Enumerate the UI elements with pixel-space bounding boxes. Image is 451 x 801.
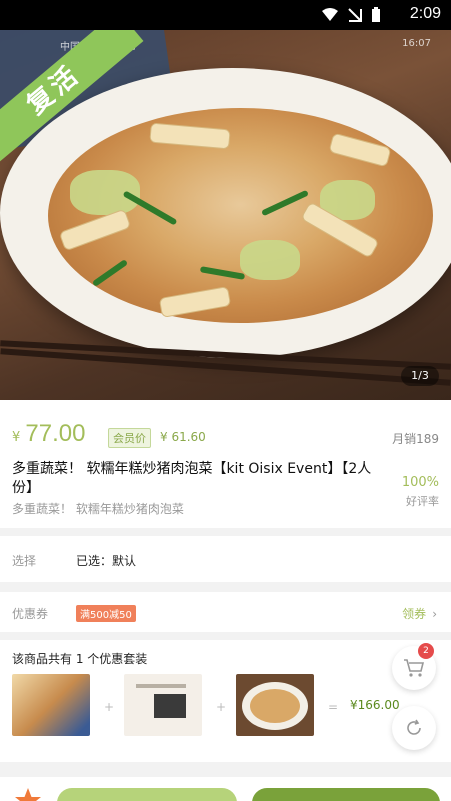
refresh-icon	[407, 719, 421, 735]
select-label: 选择	[12, 554, 37, 568]
wifi-icon	[322, 8, 338, 21]
member-price-tag: 会员价	[108, 428, 151, 448]
product-title: 多重蔬菜！ 软糯年糕炒猪肉泡菜【kit Oisix Event】【2人份】	[12, 461, 372, 496]
combo-item-thumb[interactable]	[236, 674, 314, 736]
combo-title: 该商品共有 1 个优惠套装	[12, 652, 148, 666]
currency-symbol: ¥	[12, 430, 21, 445]
combo-item-thumb[interactable]	[124, 674, 202, 736]
chevron-right-icon: ›	[432, 607, 437, 621]
coupon-row[interactable]: 优惠券 满500减50 领券 ›	[0, 592, 451, 632]
product-info-card: ¥ 77.00 会员价 ¥ 61.60 月销189 多重蔬菜！ 软糯年糕炒猪肉泡…	[0, 400, 451, 528]
status-icons	[321, 7, 381, 23]
combo-equals: =	[328, 700, 339, 714]
select-value: 已选：默认	[76, 554, 137, 568]
add-to-cart-button[interactable]	[57, 788, 237, 801]
product-image-carousel[interactable]: 中国移动 HD 4G 16:07 复活 1/3	[0, 30, 451, 400]
buy-now-button[interactable]	[252, 788, 440, 801]
combo-plus: +	[104, 700, 115, 714]
sim-icon	[348, 8, 362, 22]
cart-count-badge: 2	[418, 643, 434, 659]
get-coupon-label: 领券	[402, 607, 427, 621]
combo-plus: +	[216, 700, 227, 714]
dish-image	[250, 689, 300, 723]
combo-section: 该商品共有 1 个优惠套装 + + = ¥166.00	[0, 640, 451, 762]
coupon-label: 优惠券	[12, 607, 49, 621]
food-detail	[240, 240, 300, 280]
combo-item-thumb[interactable]	[12, 674, 90, 736]
cart-icon	[404, 659, 425, 677]
rating-value: 100%	[401, 475, 439, 490]
coupon-badge: 满500减50	[76, 605, 136, 622]
spec-select-row[interactable]: 选择 已选：默认	[0, 536, 451, 582]
rating-label: 好评率	[406, 495, 439, 508]
member-price: ¥ 61.60	[160, 430, 206, 444]
product-price: ¥ 77.00	[12, 420, 85, 448]
product-subtitle: 多重蔬菜！ 软糯年糕炒猪肉泡菜	[12, 502, 184, 516]
bottom-action-bar	[0, 777, 451, 801]
monthly-sales: 月销189	[392, 432, 439, 446]
package-box	[154, 694, 186, 718]
star-icon[interactable]	[14, 787, 42, 801]
combo-total-price: ¥166.00	[350, 698, 400, 712]
price-value: 77.00	[25, 420, 86, 447]
status-bar: 2:09	[0, 0, 451, 30]
package-text	[136, 684, 186, 688]
status-time: 2:09	[409, 5, 441, 22]
refresh-button[interactable]	[392, 706, 436, 750]
battery-icon	[372, 7, 380, 22]
cart-button[interactable]: 2	[392, 643, 436, 690]
get-coupon-link[interactable]: 领券 ›	[402, 605, 437, 622]
photo-status-right: 16:07	[402, 38, 431, 49]
image-pager: 1/3	[401, 366, 439, 386]
